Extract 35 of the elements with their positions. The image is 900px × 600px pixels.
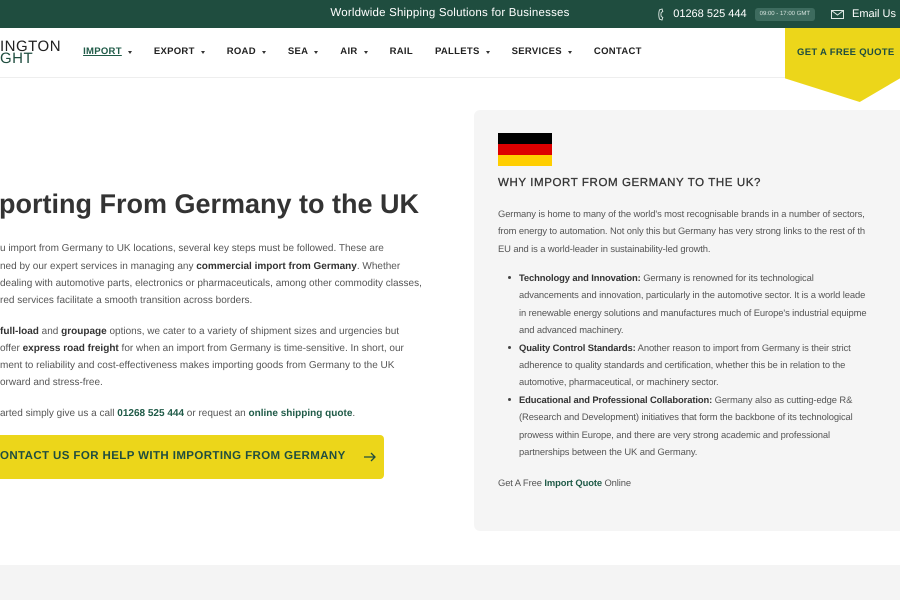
panel-heading: WHY IMPORT FROM GERMANY TO THE UK? — [498, 177, 762, 191]
germany-flag-icon — [498, 133, 552, 166]
body-text: Germany is home to many of the world's most recognisable brands in a number of sectors, from energy to automation. Not only this but Germany has very strong links to the rest of th EU and is a world-leader in sustainability-led growth. — [498, 206, 866, 256]
logo[interactable]: INGTON GHT — [0, 40, 62, 64]
list-text: Quality Control Standards: Another reason to import from Germany is their strict adherence to quality standards and certification, whether this be in relation to the automotive, pharmaceutical, or machinery sector. — [519, 340, 851, 390]
nav-link[interactable]: RAIL — [390, 45, 413, 60]
nav-link[interactable]: SERVICES — [512, 45, 562, 60]
body-text: arted simply give us a call 01268 525 444 or request an online shipping quote. — [0, 406, 356, 421]
mail-icon — [830, 10, 844, 18]
nav-link[interactable]: PALLETS — [434, 45, 480, 60]
arrow-icon — [364, 452, 376, 462]
text-link[interactable]: online shipping quote — [248, 408, 352, 419]
quote-button[interactable]: GET A FREE QUOTE — [785, 28, 900, 102]
nav-link[interactable]: EXPORT — [154, 45, 195, 60]
nav-link[interactable]: IMPORT — [83, 45, 122, 60]
body-text: Get A Free Import Quote Online — [498, 476, 632, 490]
list-text: Technology and Innovation: Germany is renowned for its technological advancements and innovation, particularly in the automotive sector. It is a world leade in renewable energy solutions and manufactures much of Europe's industrial equipme and advanced machinery. — [519, 271, 866, 338]
nav-link[interactable]: CONTACT — [594, 45, 642, 60]
text-link[interactable]: 01268 525 444 — [117, 408, 184, 419]
phone-icon — [657, 8, 666, 20]
nav-link[interactable]: AIR — [340, 45, 358, 60]
bullet-icon — [508, 346, 511, 349]
contact-button[interactable]: ONTACT US FOR HELP WITH IMPORTING FROM GERMANY — [0, 435, 384, 480]
body-text: full-load and groupage options, we cater to a variety of shipment sizes and urgencies but offer express road freight for when an import from Germany is time-sensitive. In short, our ment to reliability and cost-effectiveness makes importing goods from Germany to the UK orward and stress-free. — [0, 324, 405, 390]
nav-link[interactable]: SEA — [288, 45, 308, 60]
tagline: Worldwide Shipping Solutions for Businesses — [330, 6, 570, 22]
bullet-icon — [508, 276, 511, 280]
text-link[interactable]: Import Quote — [544, 477, 602, 488]
list-text: Educational and Professional Collaboration: Germany also as cutting-edge R& (Research and Development) initiatives that form the backbone of its technological prowess within Europe, and there are very strong academic and professional partnerships between the UK and Germany. — [519, 392, 853, 460]
bullet-icon — [508, 398, 511, 401]
page-heading: porting From Germany to the UK — [0, 188, 420, 220]
phone-link[interactable]: 01268 525 444 — [673, 6, 747, 22]
email-link[interactable]: Email Us — [852, 6, 896, 22]
body-text: u import from Germany to UK locations, several key steps must be followed. These are ned by our expert services in managing any commercial import from Germany. Whether dealing with automotive parts, electronics or pharmaceuticals, among other commodity classes, red services facilitate a smooth transition across borders. — [0, 242, 423, 308]
nav-link[interactable]: ROAD — [226, 45, 256, 60]
